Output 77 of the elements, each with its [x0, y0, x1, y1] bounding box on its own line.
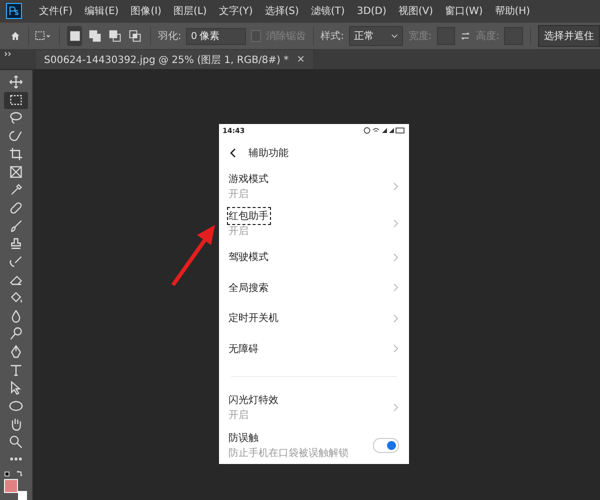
hand-icon [9, 416, 23, 431]
zoom-icon [9, 434, 23, 449]
add-mode-icon [88, 29, 102, 43]
caret-icon [391, 32, 398, 40]
feather-input[interactable]: 0 像素 [186, 28, 246, 44]
menu-item[interactable]: 视图(V) [393, 2, 438, 20]
app-logo-icon [6, 3, 22, 19]
pen-icon [9, 344, 23, 359]
brush-icon [9, 219, 23, 234]
setting-subtitle: 防止手机在口袋被误触解锁 [228, 446, 348, 460]
setting-subtitle: 开启 [228, 224, 250, 238]
marquee-preset-icon[interactable] [35, 29, 52, 43]
selection-mode-button[interactable] [67, 26, 82, 46]
select-and-mask-button[interactable]: 选择并遮住 [538, 25, 600, 47]
setting-subtitle: 开启 [228, 188, 250, 201]
width-field[interactable] [436, 27, 456, 45]
new-mode-icon [68, 29, 82, 43]
home-icon[interactable] [10, 29, 21, 43]
dodge-icon [9, 326, 23, 341]
chevron-icon [392, 403, 398, 412]
subtract-mode-icon [108, 29, 122, 43]
close-button[interactable]: × [296, 54, 306, 65]
height-field[interactable] [504, 27, 524, 45]
menu-item[interactable]: 帮助(H) [490, 2, 536, 20]
menu-item[interactable]: 图层(L) [168, 2, 212, 20]
toggle-switch[interactable] [372, 438, 398, 453]
intersect-mode-icon [128, 29, 142, 43]
setting-title[interactable]: 红包助手 [226, 206, 270, 225]
document-tab-title: S00624-14430392.jpg @ 25% (图层 1, RGB/8#) * [44, 54, 289, 66]
setting-title[interactable]: 定时开关机 [228, 311, 278, 326]
page-title: 辅助功能 [248, 146, 288, 160]
setting-title[interactable]: 防误触 [228, 430, 258, 445]
marquee-icon [9, 93, 23, 108]
collapse-icon[interactable] [4, 51, 13, 57]
style-dropdown[interactable]: 正常 [348, 26, 404, 46]
setting-title[interactable]: 闪光灯特效 [228, 393, 278, 408]
frame-icon [9, 165, 23, 180]
tool-button[interactable] [4, 92, 28, 109]
crop-icon [9, 147, 23, 162]
chevron-icon [392, 314, 398, 323]
lasso-icon [9, 111, 23, 126]
menu-item[interactable]: 3D(D) [352, 4, 392, 18]
setting-title[interactable]: 全局搜索 [228, 280, 268, 295]
foreground-color-swatch[interactable] [4, 478, 18, 493]
document-tab[interactable]: S00624-14430392.jpg @ 25% (图层 1, RGB/8#) * × [36, 50, 314, 69]
chevron-icon [392, 344, 398, 354]
back-icon[interactable] [228, 148, 236, 158]
setting-subtitle: 开启 [228, 408, 250, 422]
chevron-icon [392, 218, 398, 228]
drop-icon [9, 308, 23, 323]
chevron-icon [392, 182, 398, 191]
swap-colors-icon[interactable] [4, 470, 24, 478]
feather-label: 羽化: [158, 30, 182, 43]
setting-title[interactable]: 无障碍 [228, 342, 258, 356]
menu-item[interactable]: 滤镜(T) [306, 2, 350, 20]
background-color-swatch[interactable] [18, 490, 27, 500]
chevron-icon [392, 283, 398, 292]
quick-select-icon [9, 129, 23, 144]
ellipse-icon [9, 398, 23, 413]
eyedropper-icon [9, 183, 23, 198]
menu-item[interactable]: 图像(I) [126, 2, 166, 20]
menu-item[interactable]: 文字(Y) [214, 2, 258, 20]
style-label: 样式: [320, 30, 344, 43]
menu-item[interactable]: 文件(F) [34, 2, 78, 20]
bandage-icon [9, 201, 23, 216]
menu-item[interactable]: 编辑(E) [80, 2, 124, 20]
stamp-icon [9, 237, 23, 252]
history-brush-icon [9, 255, 23, 269]
chevron-icon [392, 252, 398, 262]
bucket-icon [9, 290, 23, 305]
type-icon [9, 362, 23, 377]
move-icon [9, 75, 23, 90]
setting-title[interactable]: 游戏模式 [228, 172, 268, 186]
menu-item[interactable]: 选择(S) [260, 2, 304, 20]
pointer-icon [9, 380, 23, 395]
setting-title[interactable]: 驾驶模式 [228, 250, 268, 264]
menu-item[interactable]: 窗口(W) [440, 2, 488, 20]
